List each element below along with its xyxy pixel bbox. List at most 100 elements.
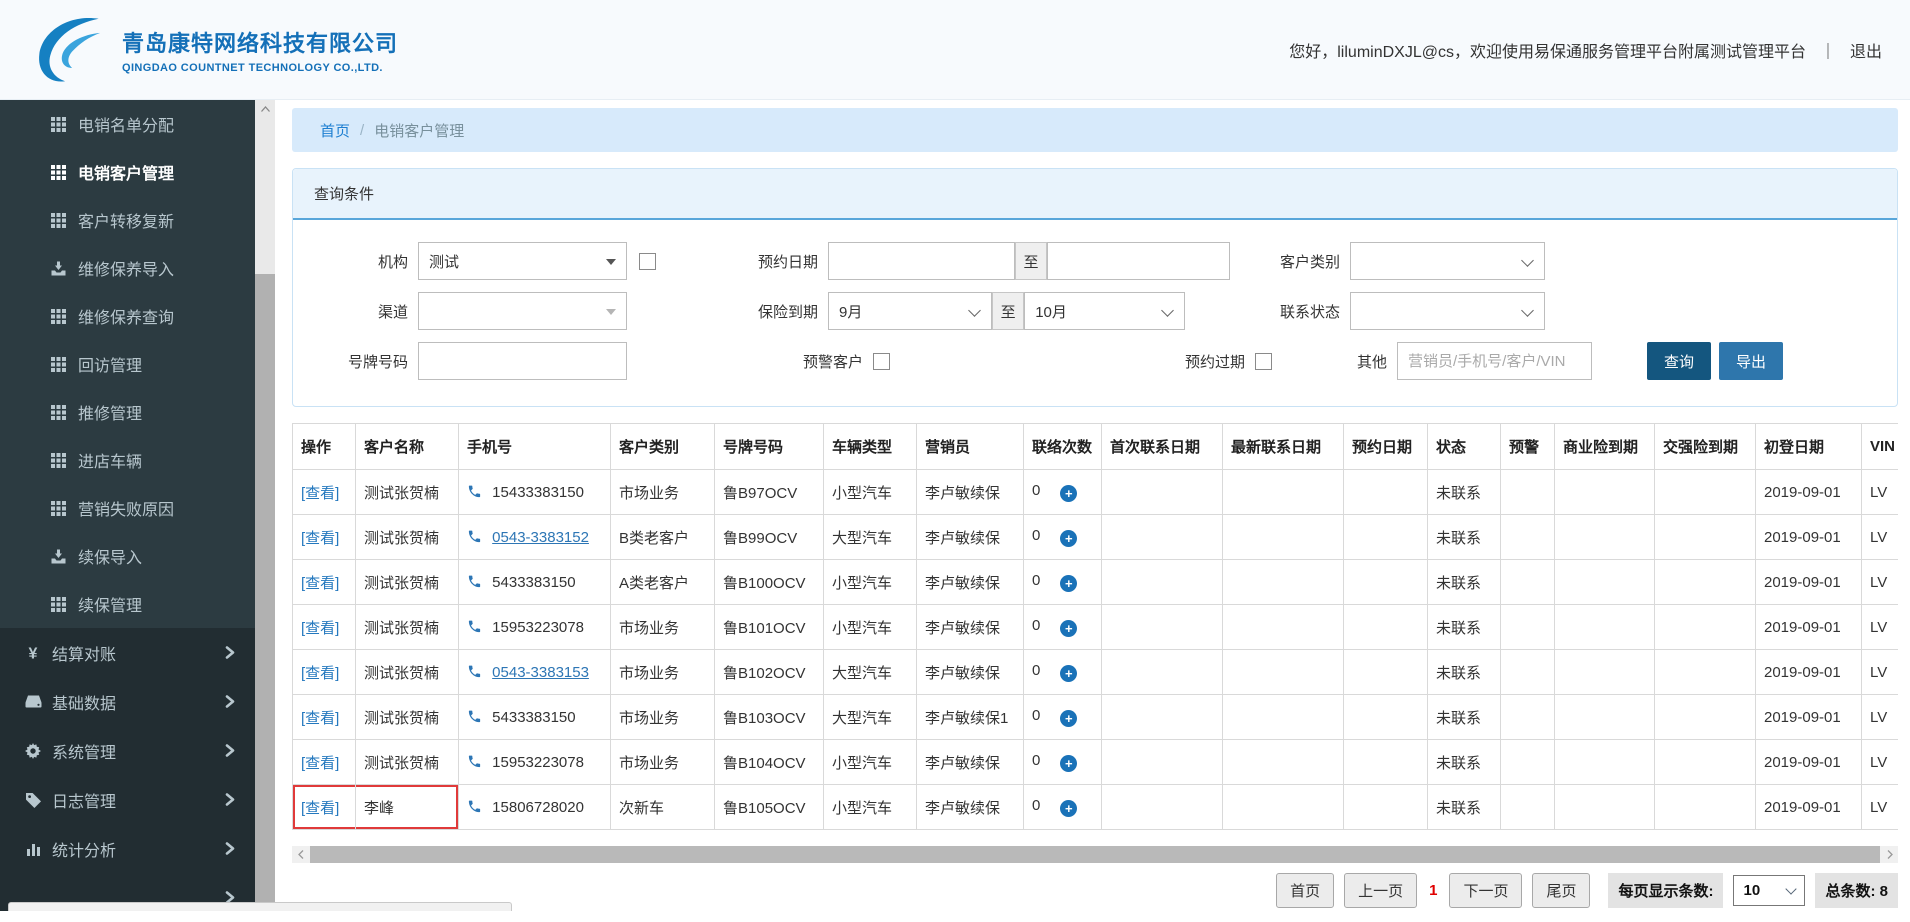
- chevron-right-icon: [225, 793, 235, 806]
- cell-commercial-insurance-due: [1555, 650, 1655, 695]
- sidebar-subitem[interactable]: 电销客户管理: [0, 148, 255, 196]
- view-link[interactable]: [查看]: [301, 485, 339, 502]
- page-size-select[interactable]: 10: [1733, 875, 1805, 906]
- cell-first-contact-date: [1102, 560, 1223, 605]
- view-link[interactable]: [查看]: [301, 665, 339, 682]
- sidebar-scrollbar[interactable]: [255, 100, 275, 911]
- scroll-right-icon[interactable]: [1881, 846, 1898, 863]
- customer-category-select[interactable]: [1350, 242, 1545, 280]
- plate-number-input[interactable]: [418, 342, 627, 380]
- cell-plate-number: 鲁B104OCV: [715, 740, 824, 785]
- sidebar-menu-item[interactable]: 日志管理: [0, 775, 255, 824]
- horizontal-scrollbar[interactable]: [292, 846, 1898, 863]
- phone-number[interactable]: 5433383150: [492, 709, 575, 726]
- sidebar-subitem-label: 回访管理: [78, 352, 142, 376]
- add-contact-icon[interactable]: [1060, 800, 1077, 817]
- add-contact-icon[interactable]: [1060, 485, 1077, 502]
- cell-vin: LV: [1862, 740, 1899, 785]
- appointment-date-from-input[interactable]: [828, 242, 1015, 280]
- horizontal-scrollbar-thumb[interactable]: [310, 846, 1880, 863]
- insurance-due-to-select[interactable]: 10月: [1024, 292, 1185, 330]
- other-search-input[interactable]: [1397, 342, 1592, 380]
- insurance-due-from-select[interactable]: 9月: [828, 292, 992, 330]
- phone-icon: [467, 619, 482, 634]
- sidebar-scrollbar-thumb[interactable]: [255, 274, 275, 911]
- view-link[interactable]: [查看]: [301, 755, 339, 772]
- org-select[interactable]: 测试: [418, 242, 627, 280]
- scroll-up-icon[interactable]: [255, 100, 275, 118]
- cell-plate-number: 鲁B101OCV: [715, 605, 824, 650]
- dropdown-arrow-icon: [606, 309, 616, 315]
- view-link[interactable]: [查看]: [301, 575, 339, 592]
- cell-agent: 李卢敏续保: [917, 470, 1024, 515]
- cell-last-contact-date: [1223, 515, 1344, 560]
- sidebar-subitem[interactable]: 电销名单分配: [0, 100, 255, 148]
- phone-number[interactable]: 15433383150: [492, 484, 584, 501]
- cell-first-registration-date: 2019-09-01: [1756, 515, 1862, 560]
- prev-page-button[interactable]: 上一页: [1344, 873, 1417, 908]
- view-link[interactable]: [查看]: [301, 800, 339, 817]
- export-button[interactable]: 导出: [1719, 342, 1783, 380]
- add-contact-icon[interactable]: [1060, 530, 1077, 547]
- cell-first-contact-date: [1102, 785, 1223, 830]
- cell-vin: LV: [1862, 560, 1899, 605]
- chevron-down-icon: [1161, 304, 1174, 317]
- cell-agent: 李卢敏续保: [917, 785, 1024, 830]
- scroll-left-icon[interactable]: [292, 846, 309, 863]
- first-page-button[interactable]: 首页: [1276, 873, 1334, 908]
- sidebar-subitem[interactable]: 续保导入: [0, 532, 255, 580]
- sidebar-subitem[interactable]: 维修保养查询: [0, 292, 255, 340]
- logout-link[interactable]: 退出: [1850, 38, 1882, 62]
- sidebar-subitem[interactable]: 营销失败原因: [0, 484, 255, 532]
- breadcrumb-home-link[interactable]: 首页: [320, 120, 350, 141]
- add-contact-icon[interactable]: [1060, 710, 1077, 727]
- phone-number[interactable]: 0543-3383153: [492, 664, 589, 681]
- phone-number[interactable]: 0543-3383152: [492, 529, 589, 546]
- cell-customer-category: 次新车: [611, 785, 715, 830]
- sidebar-subitem[interactable]: 客户转移复新: [0, 196, 255, 244]
- cell-agent: 李卢敏续保: [917, 560, 1024, 605]
- add-contact-icon[interactable]: [1060, 665, 1077, 682]
- sidebar: 电销名单分配 电销客户管理 客户转移复新 维修保养导入 维修保养查询: [0, 100, 255, 911]
- phone-number[interactable]: 5433383150: [492, 574, 575, 591]
- sidebar-subitem[interactable]: 进店车辆: [0, 436, 255, 484]
- sidebar-menu-label: 基础数据: [52, 690, 116, 714]
- contact-status-select[interactable]: [1350, 292, 1545, 330]
- phone-number[interactable]: 15806728020: [492, 799, 584, 816]
- cell-contact-count: 0: [1024, 560, 1102, 605]
- cell-plate-number: 鲁B103OCV: [715, 695, 824, 740]
- next-page-button[interactable]: 下一页: [1449, 873, 1522, 908]
- sidebar-menu-item[interactable]: 统计分析: [0, 824, 255, 873]
- org-checkbox[interactable]: [639, 253, 656, 270]
- table-row: [查看] 测试张贺楠 5433383150 A类老客户 鲁B100OCV 小型汽…: [293, 560, 1899, 605]
- phone-number[interactable]: 15953223078: [492, 619, 584, 636]
- appointment-overdue-checkbox[interactable]: [1255, 353, 1272, 370]
- view-link[interactable]: [查看]: [301, 530, 339, 547]
- sidebar-subitem[interactable]: 回访管理: [0, 340, 255, 388]
- phone-number[interactable]: 15953223078: [492, 754, 584, 771]
- search-button[interactable]: 查询: [1647, 342, 1711, 380]
- cell-vin: LV: [1862, 695, 1899, 740]
- sidebar-subitem[interactable]: 续保管理: [0, 580, 255, 628]
- cell-vehicle-type: 小型汽车: [824, 560, 917, 605]
- sidebar-menu-item[interactable]: [0, 873, 255, 922]
- other-label: 其他: [1327, 351, 1387, 372]
- sidebar-menu-item[interactable]: 系统管理: [0, 726, 255, 775]
- add-contact-icon[interactable]: [1060, 620, 1077, 637]
- channel-select[interactable]: [418, 292, 627, 330]
- sidebar-menu-item[interactable]: ¥ 结算对账: [0, 628, 255, 677]
- view-link[interactable]: [查看]: [301, 620, 339, 637]
- column-header: 初登日期: [1756, 424, 1862, 470]
- appointment-date-to-input[interactable]: [1047, 242, 1230, 280]
- add-contact-icon[interactable]: [1060, 575, 1077, 592]
- sidebar-subitem[interactable]: 维修保养导入: [0, 244, 255, 292]
- current-page-number: 1: [1429, 882, 1437, 899]
- sidebar-subitem[interactable]: 推修管理: [0, 388, 255, 436]
- last-page-button[interactable]: 尾页: [1532, 873, 1590, 908]
- add-contact-icon[interactable]: [1060, 755, 1077, 772]
- view-link[interactable]: [查看]: [301, 710, 339, 727]
- chevron-down-icon: [1521, 304, 1534, 317]
- cell-vehicle-type: 小型汽车: [824, 785, 917, 830]
- warning-customer-checkbox[interactable]: [873, 353, 890, 370]
- sidebar-menu-item[interactable]: 基础数据: [0, 677, 255, 726]
